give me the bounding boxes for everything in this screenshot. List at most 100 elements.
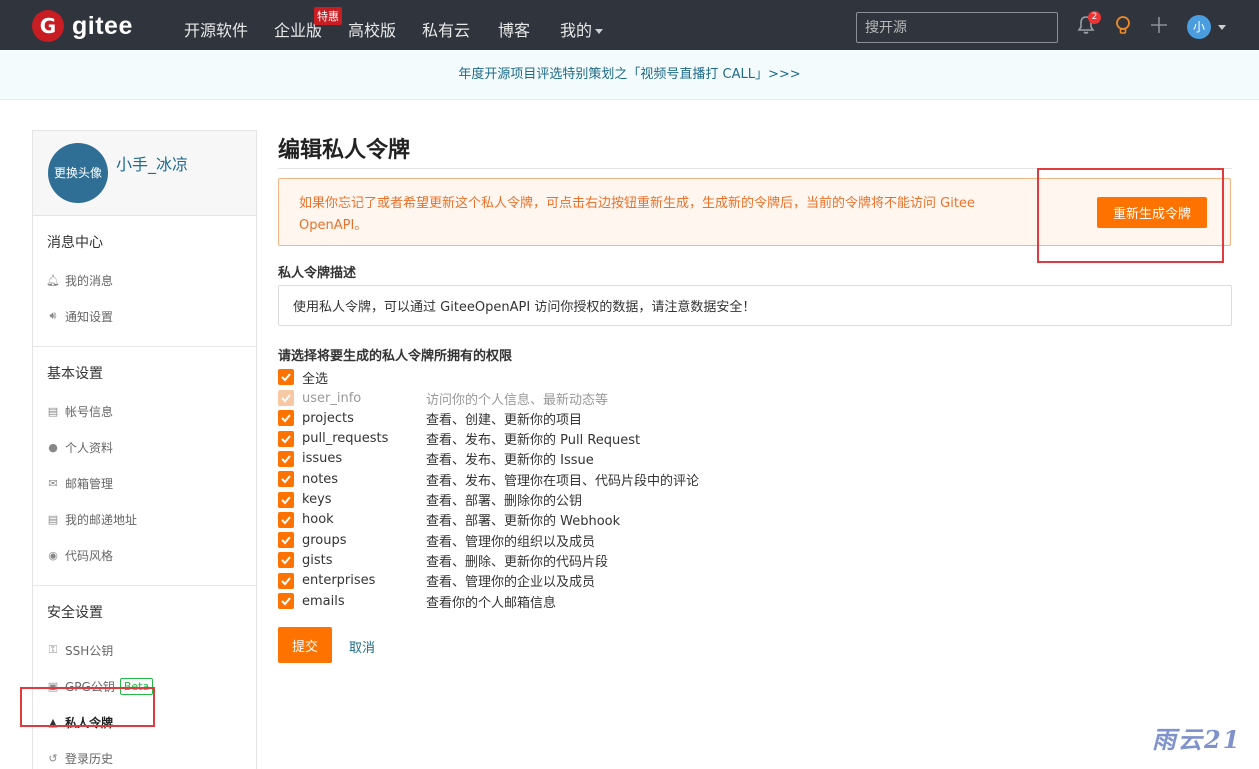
user-avatar[interactable]: 小 [1187,15,1211,39]
permission-name: user_info [302,390,362,406]
section-title: 消息中心 [47,235,103,251]
profile-username[interactable]: 小手_冰凉 [116,151,188,175]
palette-icon: ◉ [48,548,58,562]
permission-checkbox[interactable] [278,450,294,467]
sidebar-item-label: 我的邮递地址 [65,512,138,527]
nav-private-cloud[interactable]: 私有云 [422,17,470,41]
change-avatar-button[interactable]: 更换头像 [48,143,108,203]
warning-text: 如果你忘记了或者希望更新这个私人令牌，可点击右边按钮重新生成，生成新的令牌后，当… [299,196,975,233]
permission-row: hook 查看、部署、更新你的 Webhook [278,510,620,530]
notification-count-badge: 2 [1088,11,1101,24]
permission-checkbox[interactable] [278,532,294,549]
sidebar-item-my-messages[interactable]: 🔔︎ 我的消息 [46,262,242,298]
sidebar-item-label: 我的消息 [65,273,114,288]
permission-row: keys 查看、部署、删除你的公钥 [278,490,582,510]
token-description-input[interactable] [278,285,1232,326]
permission-name: gists [302,552,333,568]
gitee-logo-icon: G [32,10,64,42]
permission-name: emails [302,593,345,609]
id-card-icon: ▤ [47,404,59,418]
permission-row: notes 查看、发布、管理你在项目、代码片段中的评论 [278,469,699,489]
basic-settings-section: 基本设置 ▤ 帐号信息 ● 个人资料 ✉ 邮箱管理 ▤ 我的邮递地址 ◉ 代码风… [33,347,256,586]
sidebar-item-label: 登录历史 [65,751,114,766]
permission-row: groups 查看、管理你的组织以及成员 [278,530,595,550]
sidebar-item-profile[interactable]: ● 个人资料 [47,429,242,465]
permission-description: 查看、发布、更新你的 Pull Request [426,433,641,449]
sidebar-item-code-style[interactable]: ◉ 代码风格 [47,537,242,573]
permission-checkbox[interactable] [278,430,294,447]
security-settings-section: 安全设置 ⚿ SSH公钥 ▣ GPG公钥 Beta ▲ 私人令牌 ↺ 登录历史 [33,586,256,769]
page-title: 编辑私人令牌 [278,130,1232,169]
gitee-logo-text: gitee [72,11,133,40]
permission-description: 查看、管理你的企业以及成员 [426,575,596,591]
permission-checkbox[interactable] [278,491,294,508]
description-label: 私人令牌描述 [278,266,357,281]
chevron-down-icon [595,29,604,34]
avatar-chevron-down-icon[interactable] [1218,25,1226,30]
watermark-logo: 雨云21 [1152,725,1242,754]
permissions-label: 请选择将要生成的私人令牌所拥有的权限 [278,349,513,364]
nav-blog[interactable]: 博客 [498,17,530,41]
permission-name: hook [302,512,334,528]
nav-mine-menu[interactable]: 我的 [560,17,604,41]
permission-row: enterprises 查看、管理你的企业以及成员 [278,571,595,591]
nav-open-source[interactable]: 开源软件 [184,17,248,41]
permission-checkbox[interactable] [278,552,294,569]
sidebar-item-label: 帐号信息 [65,404,114,419]
permission-description: 查看、部署、更新你的 Webhook [426,514,621,530]
sidebar-item-mailing-address[interactable]: ▤ 我的邮递地址 [47,501,242,537]
sidebar-item-label: 通知设置 [65,309,114,324]
nav-mine-label: 我的 [560,21,593,40]
sidebar-item-email[interactable]: ✉ 邮箱管理 [47,465,242,501]
permission-row: user_info 访问你的个人信息、最新动态等 [278,388,608,408]
section-title: 基本设置 [47,366,103,382]
permission-name: groups [302,532,347,548]
address-card-icon: ▤ [47,512,59,526]
sidebar-item-account[interactable]: ▤ 帐号信息 [47,393,242,429]
permission-row: projects 查看、创建、更新你的项目 [278,408,582,428]
select-all-checkbox[interactable] [278,369,294,385]
highlight-box-sidebar [20,687,155,727]
announcement-banner: 年度开源项目评选特别策划之「视频号直播打 CALL」>>> [0,50,1259,100]
submit-button[interactable]: 提交 [278,627,332,663]
permission-name: projects [302,410,354,426]
sidebar-item-notify-settings[interactable]: 🔊︎ 通知设置 [47,298,242,334]
permission-description: 查看、管理你的组织以及成员 [426,534,596,550]
sidebar-item-ssh-keys[interactable]: ⚿ SSH公钥 [47,632,242,668]
sidebar-item-label: 个人资料 [65,440,114,455]
permission-name: notes [302,471,339,487]
permission-name: pull_requests [302,431,389,447]
gitee-logo[interactable]: G gitee [32,10,133,42]
cancel-link[interactable]: 取消 [349,637,375,656]
permission-checkbox[interactable] [278,572,294,589]
permission-name: enterprises [302,573,376,589]
announcement-link[interactable]: 年度开源项目评选特别策划之「视频号直播打 CALL」>>> [458,67,800,82]
lightbulb-icon[interactable] [1112,14,1134,36]
permission-name: issues [302,451,343,467]
permission-description: 查看、发布、管理你在项目、代码片段中的评论 [426,473,700,489]
nav-education[interactable]: 高校版 [348,17,396,41]
sidebar-item-login-history[interactable]: ↺ 登录历史 [47,740,242,769]
bell-icon: 🔔︎ [46,273,60,287]
permission-checkbox[interactable] [278,593,294,609]
sidebar-item-label: SSH公钥 [65,643,114,658]
highlight-box-regenerate [1037,168,1224,263]
settings-sidebar: 更换头像 小手_冰凉 消息中心 🔔︎ 我的消息 🔊︎ 通知设置 基本设置 ▤ 帐… [32,130,257,769]
permission-checkbox[interactable] [278,471,294,488]
plus-icon[interactable] [1148,14,1170,36]
select-all-label: 全选 [302,371,329,387]
message-center-section: 消息中心 🔔︎ 我的消息 🔊︎ 通知设置 [33,216,256,347]
permission-row: issues 查看、发布、更新你的 Issue [278,449,594,469]
sidebar-item-label: 代码风格 [65,548,114,563]
profile-card: 更换头像 小手_冰凉 [33,131,256,216]
speaker-icon: 🔊︎ [49,309,57,322]
permission-checkbox[interactable] [278,410,294,427]
permission-checkbox [278,390,294,406]
permission-checkbox[interactable] [278,511,294,528]
sidebar-item-label: 邮箱管理 [65,476,114,491]
promo-badge: 特惠 [314,7,342,25]
search-input[interactable] [856,12,1058,43]
permission-row: pull_requests 查看、发布、更新你的 Pull Request [278,429,640,449]
permission-description: 查看、创建、更新你的项目 [426,412,583,428]
permission-row: gists 查看、删除、更新你的代码片段 [278,550,608,570]
